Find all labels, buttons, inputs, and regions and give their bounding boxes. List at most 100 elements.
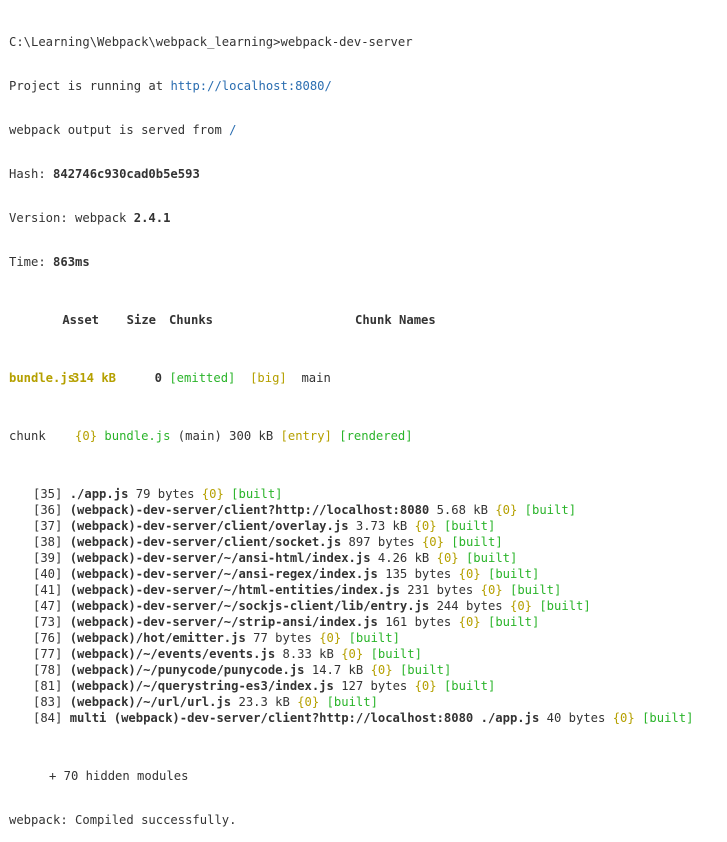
chunk-label: chunk xyxy=(9,429,46,443)
module-size: 14.7 kB xyxy=(311,663,364,677)
module-path: (webpack)-dev-server/~/ansi-regex/index.… xyxy=(69,567,378,581)
module-row: [83] (webpack)/~/url/url.js 23.3 kB {0} … xyxy=(9,694,727,710)
time-label: Time: xyxy=(9,255,54,269)
version-label: Version: webpack xyxy=(9,211,134,225)
served-from-path: / xyxy=(229,123,237,137)
module-size: 231 bytes xyxy=(407,583,474,597)
module-id: [38] xyxy=(33,535,63,549)
module-chunk: {0} xyxy=(458,615,481,629)
chunk-id: {0} xyxy=(75,429,98,443)
project-running-line: Project is running at http://localhost:8… xyxy=(9,78,727,94)
module-status: [built] xyxy=(642,711,694,725)
big-flag: [big] xyxy=(250,371,287,385)
module-path: (webpack)-dev-server/~/html-entities/ind… xyxy=(69,583,400,597)
command-line: C:\Learning\Webpack\webpack_learning>web… xyxy=(9,35,413,49)
module-chunk: {0} xyxy=(436,551,459,565)
module-size: 3.73 kB xyxy=(355,519,408,533)
module-path: (webpack)-dev-server/~/strip-ansi/index.… xyxy=(69,615,378,629)
module-status: [built] xyxy=(443,519,496,533)
terminal-output[interactable]: C:\Learning\Webpack\webpack_learning>web… xyxy=(0,0,727,827)
module-row: [76] (webpack)/hot/emitter.js 77 bytes {… xyxy=(9,630,727,646)
module-path: (webpack)-dev-server/~/sockjs-client/lib… xyxy=(69,599,430,613)
module-size: 40 bytes xyxy=(546,711,606,725)
module-id: [84] xyxy=(33,711,63,725)
module-chunk: {0} xyxy=(612,711,635,725)
module-status: [built] xyxy=(487,615,540,629)
module-status: [built] xyxy=(539,599,591,613)
module-path: (webpack)/~/punycode/punycode.js xyxy=(69,663,305,677)
module-status: [built] xyxy=(370,647,422,661)
module-id: [81] xyxy=(33,679,63,693)
module-path: (webpack)-dev-server/~/ansi-html/index.j… xyxy=(69,551,371,565)
module-status: [built] xyxy=(231,487,283,501)
served-from-line: webpack output is served from / xyxy=(9,122,727,138)
header-chunks: Chunks xyxy=(168,313,213,327)
module-status: [built] xyxy=(465,551,518,565)
module-row: [81] (webpack)/~/querystring-es3/index.j… xyxy=(9,678,727,694)
module-size: 77 bytes xyxy=(253,631,312,645)
version-value: 2.4.1 xyxy=(133,211,171,225)
module-path: (webpack)/hot/emitter.js xyxy=(69,631,246,645)
module-id: [47] xyxy=(33,599,63,613)
project-url-link[interactable]: http://localhost:8080/ xyxy=(170,79,331,93)
module-size: 161 bytes xyxy=(385,615,452,629)
project-running-prefix: Project is running at xyxy=(9,79,171,93)
module-chunk: {0} xyxy=(458,567,481,581)
module-id: [40] xyxy=(33,567,63,581)
chunk-details: (main) 300 kB xyxy=(170,429,281,443)
module-row: [37] (webpack)-dev-server/client/overlay… xyxy=(9,518,727,534)
module-chunk: {0} xyxy=(495,503,518,517)
module-row: [39] (webpack)-dev-server/~/ansi-html/in… xyxy=(9,550,727,566)
asset-chunk-name: main xyxy=(301,371,331,385)
module-id: [76] xyxy=(33,631,63,645)
module-chunk: {0} xyxy=(341,647,364,661)
module-id: [77] xyxy=(33,647,63,661)
module-chunk: {0} xyxy=(319,631,342,645)
module-size: 79 bytes xyxy=(135,487,195,501)
module-size: 23.3 kB xyxy=(238,695,290,709)
module-row: [41] (webpack)-dev-server/~/html-entitie… xyxy=(9,582,727,598)
header-asset: Asset xyxy=(62,313,99,327)
module-path: (webpack)/~/url/url.js xyxy=(69,695,232,709)
entry-flag: [entry] xyxy=(280,429,332,443)
module-chunk: {0} xyxy=(370,663,393,677)
module-list: [35] ./app.js 79 bytes {0} [built] [36] (… xyxy=(9,486,727,726)
hash-value: 842746c930cad0b5e593 xyxy=(53,167,200,181)
module-chunk: {0} xyxy=(201,487,224,501)
module-path: ./app.js xyxy=(69,487,129,501)
module-size: 4.26 kB xyxy=(377,551,430,565)
module-status: [built] xyxy=(443,679,496,693)
module-status: [built] xyxy=(399,663,452,677)
hash-label: Hash: xyxy=(9,167,54,181)
rendered-flag: [rendered] xyxy=(339,429,413,443)
version-line: Version: webpack 2.4.1 xyxy=(9,210,727,226)
compiled-message: webpack: Compiled successfully. xyxy=(9,813,237,827)
module-status: [built] xyxy=(524,503,577,517)
module-chunk: {0} xyxy=(421,535,444,549)
module-path: multi (webpack)-dev-server/client?http:/… xyxy=(69,711,540,725)
module-row: [77] (webpack)/~/events/events.js 8.33 k… xyxy=(9,646,727,662)
chunk-file: bundle.js xyxy=(104,429,171,443)
served-from-prefix: webpack output is served from xyxy=(9,123,230,137)
module-status: [built] xyxy=(451,535,503,549)
module-id: [73] xyxy=(33,615,63,629)
module-status: [built] xyxy=(487,567,540,581)
module-size: 135 bytes xyxy=(385,567,452,581)
asset-name: bundle.js xyxy=(9,371,76,385)
module-size: 244 bytes xyxy=(436,599,503,613)
module-path: (webpack)-dev-server/client/socket.js xyxy=(69,535,342,549)
module-id: [78] xyxy=(33,663,63,677)
module-row: [47] (webpack)-dev-server/~/sockjs-clien… xyxy=(9,598,727,614)
module-chunk: {0} xyxy=(297,695,320,709)
asset-size: 314 kB xyxy=(72,371,117,385)
module-status: [built] xyxy=(509,583,562,597)
time-line: Time: 863ms xyxy=(9,254,727,270)
module-chunk: {0} xyxy=(480,583,503,597)
module-row: [38] (webpack)-dev-server/client/socket.… xyxy=(9,534,727,550)
stats-table-header: Asset Size Chunks Chunk Names xyxy=(9,312,727,328)
chunk-row: chunk {0} bundle.js (main) 300 kB [entry… xyxy=(9,428,727,444)
module-size: 897 bytes xyxy=(348,535,415,549)
module-chunk: {0} xyxy=(509,599,532,613)
module-size: 8.33 kB xyxy=(282,647,334,661)
module-path: (webpack)/~/events/events.js xyxy=(69,647,276,661)
